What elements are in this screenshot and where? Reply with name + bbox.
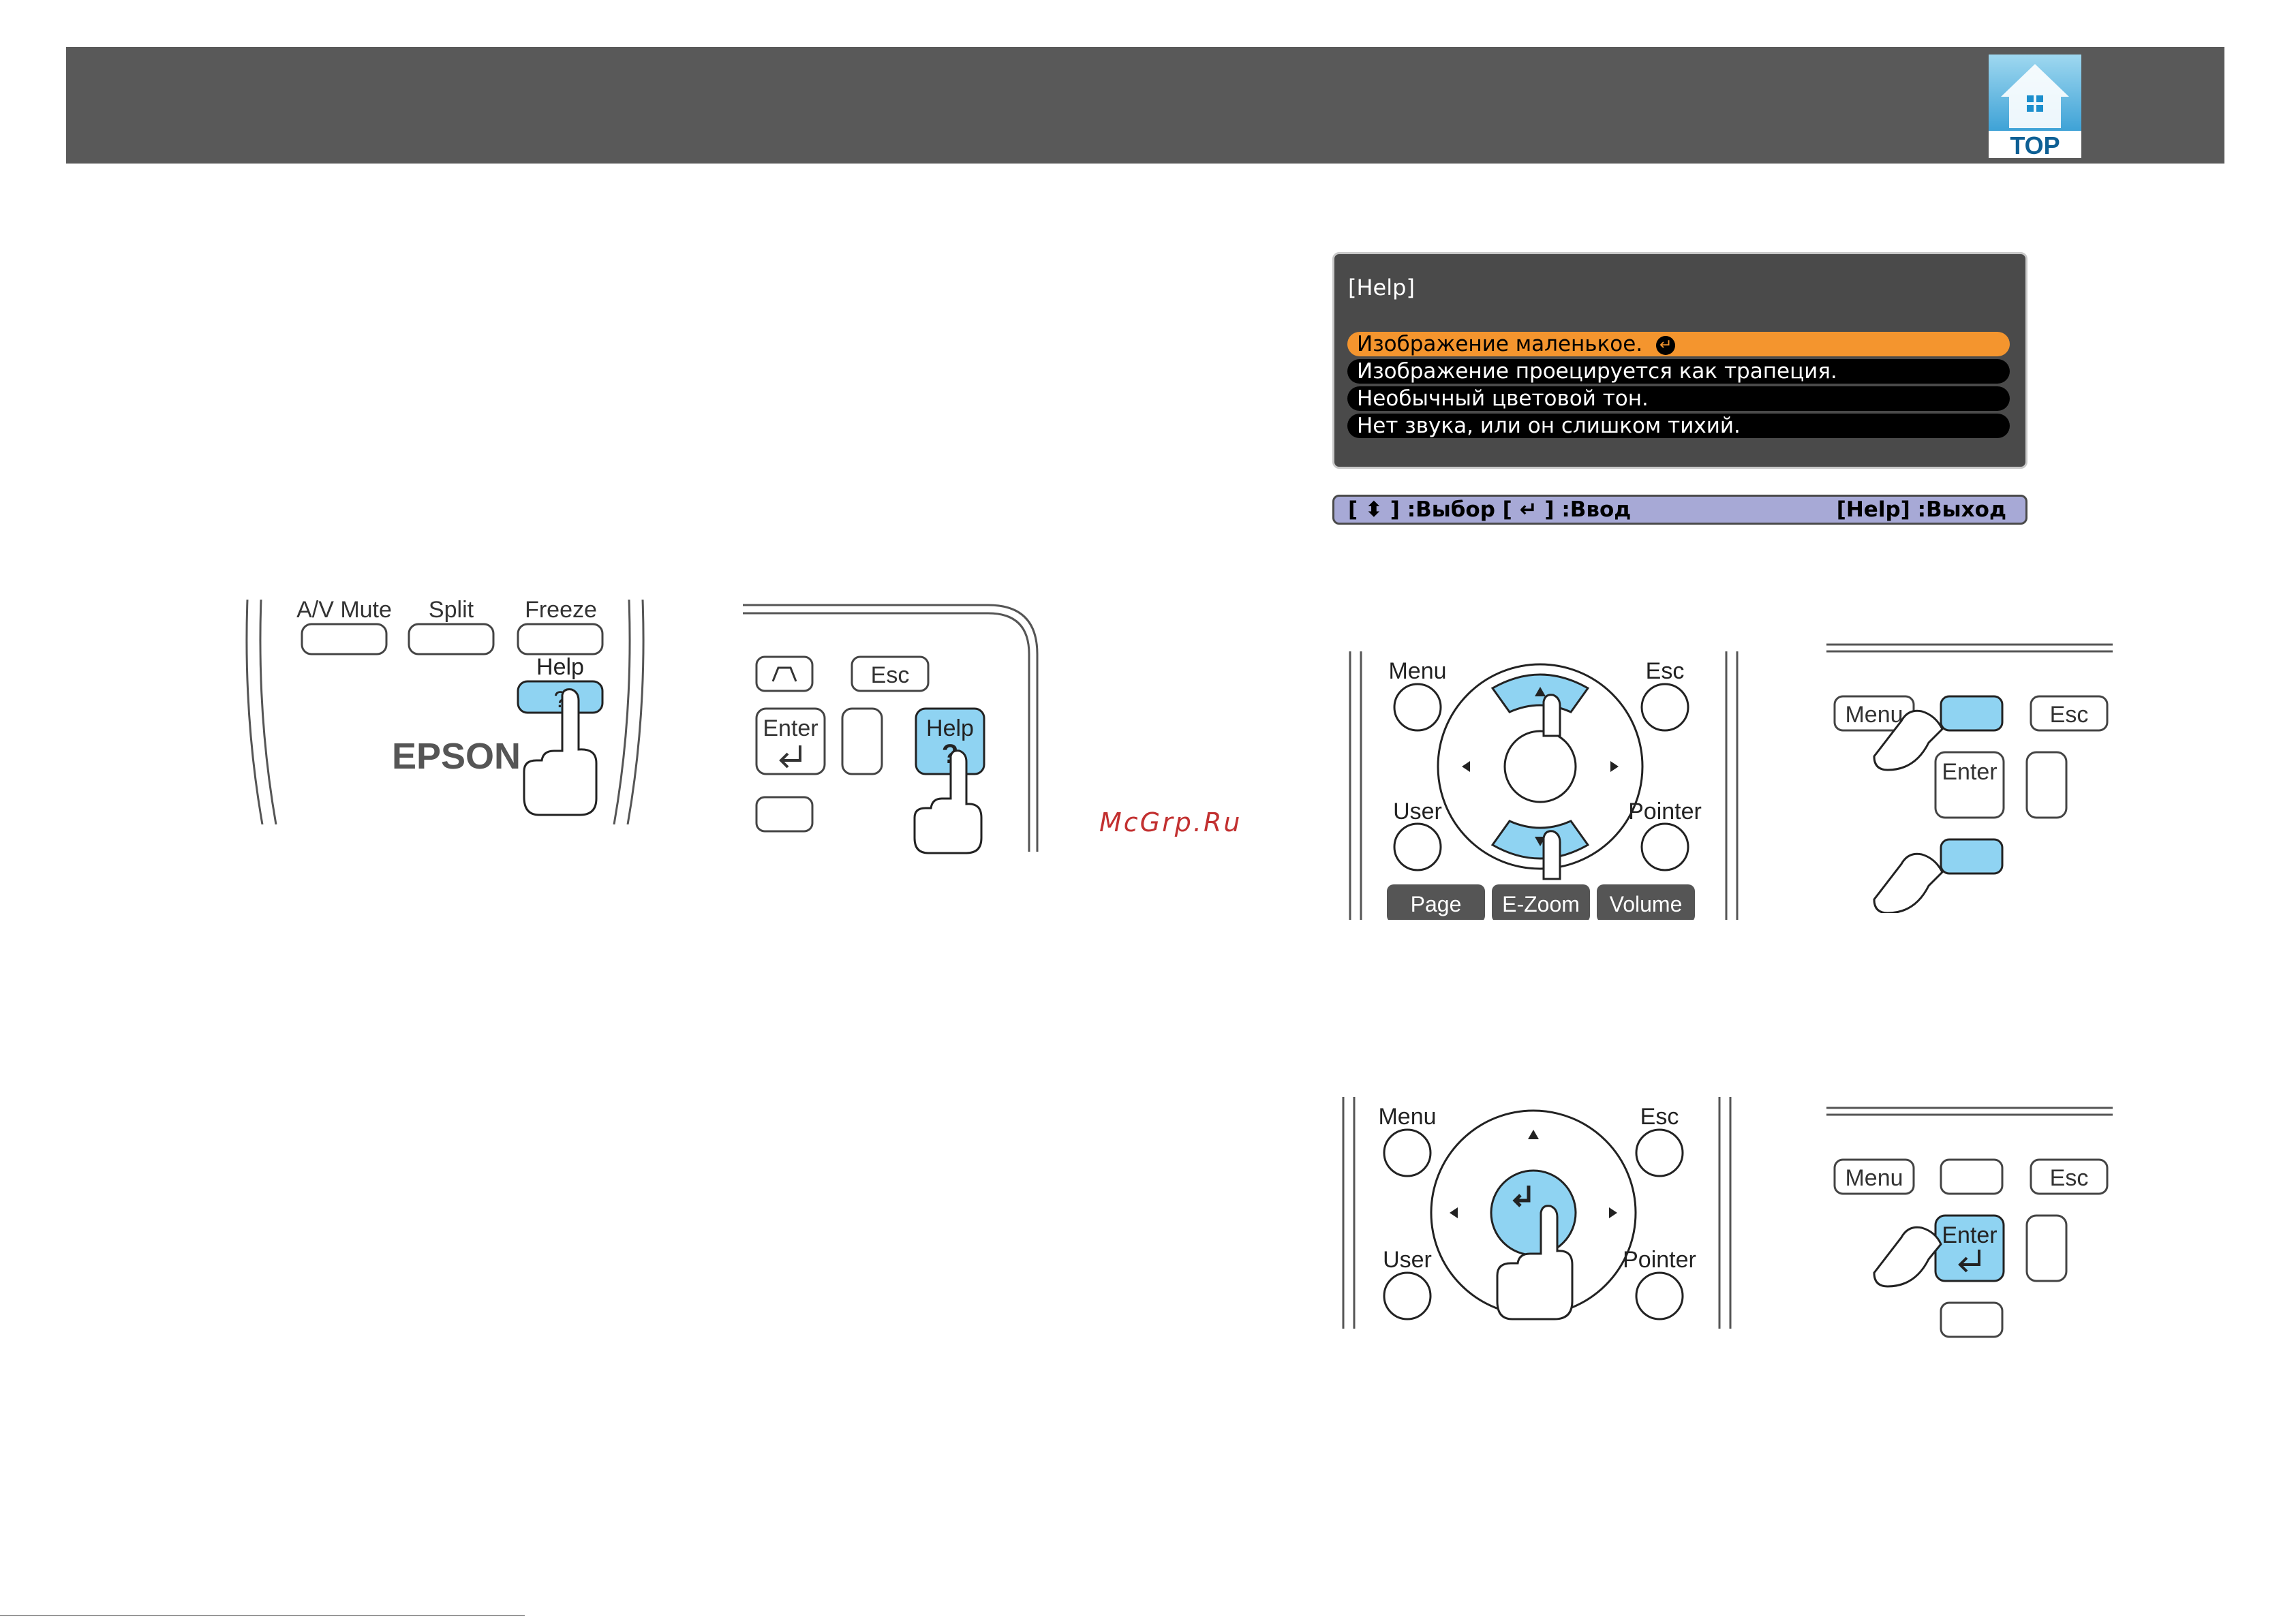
menu-label: Menu: [1388, 658, 1446, 684]
control-panel-help-illustration: Esc Enter Help ?: [743, 600, 1050, 862]
help-menu-item-selected[interactable]: Изображение маленькое. ↵: [1347, 332, 2010, 356]
keystone-up-button[interactable]: [755, 655, 814, 692]
help-menu-item-label: Изображение маленькое.: [1357, 332, 1643, 356]
split-button[interactable]: [408, 623, 495, 655]
enter-icon: ↵: [1656, 335, 1676, 355]
user-label: User: [1393, 799, 1442, 824]
help-menu-item-label: Нет звука, или он слишком тихий.: [1357, 414, 1741, 438]
volume-label: Volume: [1610, 892, 1683, 916]
av-mute-button[interactable]: [301, 623, 388, 655]
help-menu-item[interactable]: Нет звука, или он слишком тихий.: [1347, 414, 2010, 438]
enter-label: Enter: [763, 715, 818, 741]
esc-label: Esc: [2050, 1165, 2089, 1191]
user-label: User: [1383, 1247, 1432, 1273]
page-header-band: [66, 47, 2224, 164]
top-link-icon[interactable]: TOP: [1989, 55, 2081, 159]
pointer-label: Pointer: [1628, 799, 1702, 824]
av-mute-label: A/V Mute: [296, 597, 392, 623]
pointing-finger-icon: [1873, 852, 1944, 914]
esc-button[interactable]: [1640, 683, 1689, 732]
keystone-down-button[interactable]: [1940, 838, 2004, 875]
keystone-down-button[interactable]: [755, 796, 814, 833]
help-label: Help: [926, 715, 974, 741]
esc-button[interactable]: [1635, 1128, 1684, 1177]
pointing-finger-icon: [1873, 1226, 1942, 1288]
help-menu-item-label: Изображение проецируется как трапеция.: [1357, 359, 1837, 384]
menu-button[interactable]: [1383, 1128, 1432, 1177]
esc-label: Esc: [1640, 1104, 1679, 1130]
status-bar-hints: [ ⬍ ] :Выбор [ ↵ ] :Ввод: [1348, 497, 1632, 522]
pointer-button[interactable]: [1635, 1271, 1684, 1320]
keystone-down-button[interactable]: [1940, 1301, 2004, 1338]
remote-help-illustration: A/V Mute Split Freeze Help ? EPSON: [242, 593, 664, 828]
status-bar-exit-hint: [Help] :Выход: [1836, 497, 2006, 522]
control-panel-enter-illustration: Menu Esc Enter: [1826, 1104, 2113, 1352]
help-menu-status-bar: [ ⬍ ] :Выбор [ ↵ ] :Ввод [Help] :Выход: [1332, 495, 2027, 525]
menu-label: Menu: [1845, 1165, 1903, 1191]
enter-label: Enter: [1942, 1222, 1997, 1248]
footer-rule: [0, 1615, 525, 1616]
esc-label: Esc: [2050, 702, 2089, 728]
enter-label: Enter: [1942, 759, 1997, 785]
epson-logo: EPSON: [392, 736, 521, 777]
pointer-button[interactable]: [1640, 822, 1689, 871]
pointing-finger-icon: [1542, 830, 1561, 880]
esc-label: Esc: [871, 662, 910, 688]
pointing-finger-icon: [1542, 694, 1561, 737]
remote-enter-illustration: Menu Esc User Pointer: [1339, 1097, 1734, 1339]
menu-button[interactable]: [1393, 683, 1442, 732]
enter-button[interactable]: [1503, 730, 1577, 803]
keystone-left-button[interactable]: [841, 707, 883, 775]
top-label: TOP: [2010, 132, 2060, 158]
user-button[interactable]: [1383, 1271, 1432, 1320]
ezoom-label: E-Zoom: [1502, 892, 1580, 916]
watermark: McGrp.Ru: [1099, 807, 1242, 837]
help-menu-item[interactable]: Изображение проецируется как трапеция.: [1347, 359, 2010, 384]
remote-navigate-illustration: Menu Esc User Pointer Page E-Zoom Volume: [1346, 647, 1741, 923]
freeze-button[interactable]: [517, 623, 604, 655]
keystone-right-button[interactable]: [2025, 1214, 2068, 1282]
freeze-label: Freeze: [525, 597, 597, 623]
esc-label: Esc: [1646, 658, 1685, 684]
help-label: Help: [536, 654, 584, 680]
enter-button[interactable]: [1490, 1169, 1577, 1256]
page-label: Page: [1411, 892, 1462, 916]
user-button[interactable]: [1393, 822, 1442, 871]
menu-label: Menu: [1378, 1104, 1436, 1130]
keystone-right-button[interactable]: [2025, 751, 2068, 819]
keystone-up-button[interactable]: [1940, 1158, 2004, 1195]
menu-label: Menu: [1845, 702, 1903, 728]
pointer-label: Pointer: [1623, 1247, 1696, 1273]
help-menu-item-label: Необычный цветовой тон.: [1357, 386, 1649, 411]
help-menu-title: [Help]: [1348, 275, 1415, 300]
help-menu-item[interactable]: Необычный цветовой тон.: [1347, 386, 2010, 411]
control-panel-navigate-illustration: Menu Esc Enter: [1826, 640, 2113, 916]
keystone-up-button[interactable]: [1940, 695, 2004, 732]
split-label: Split: [429, 597, 474, 623]
